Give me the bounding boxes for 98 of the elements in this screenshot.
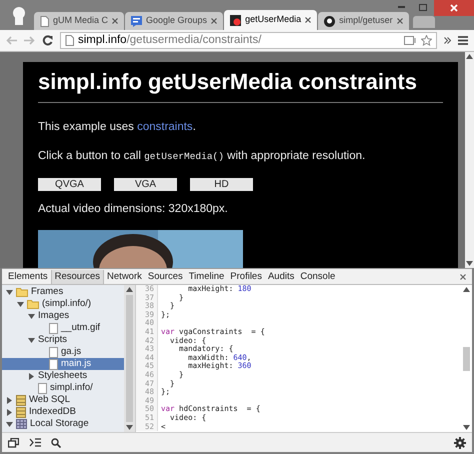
tree-item[interactable]: simpl.info/ [2,382,124,394]
tree-item[interactable]: IndexedDB [2,406,124,418]
intro-text: This example uses constraints. [38,120,197,135]
devtools-tab[interactable]: Timeline [186,270,228,284]
extensions-chevron-icon[interactable] [444,37,451,44]
resolution-button[interactable]: QVGA [38,178,101,190]
tree-label: (simpl.info/) [42,296,92,311]
devtools-tab[interactable]: Sources [144,270,186,284]
disclosure-triangle-icon[interactable] [28,314,35,318]
star-icon[interactable] [421,35,432,46]
devtools-tab[interactable]: Console [297,270,338,284]
dock-icon[interactable] [8,438,19,448]
tree-label: main.js [61,356,92,371]
record-icon [230,14,242,26]
scroll-down-icon[interactable] [126,425,133,430]
resolution-button[interactable]: VGA [114,178,177,190]
camera-icon[interactable] [404,36,417,45]
devtools-tab[interactable]: Elements [5,270,51,284]
address-bar[interactable]: simpl.info/getusermedia/constraints/ [60,32,437,49]
instruction-text: Click a button to call getUserMedia() with appropriate resolution. [38,149,366,164]
close-icon[interactable] [211,18,218,24]
tab-title: simpl/getuser [339,14,393,28]
resolution-button[interactable]: HD [190,178,253,190]
disclosure-triangle-icon[interactable] [7,408,12,416]
scroll-up-icon[interactable] [463,287,470,292]
tree-item[interactable]: Web SQL [2,394,124,406]
file-icon [49,358,58,370]
settings-icon[interactable] [454,436,466,448]
sidebar-scrollbar[interactable] [124,285,135,432]
user-avatar-icon[interactable] [12,7,26,25]
url-text: simpl.info/getusermedia/constraints/ [78,32,262,48]
folder-icon [16,288,28,296]
scroll-thumb[interactable] [126,295,133,422]
tree-item[interactable]: Scripts [2,334,124,346]
reload-icon[interactable] [42,35,53,46]
close-icon[interactable] [396,18,403,24]
scroll-up-icon[interactable] [466,54,473,59]
tree-item[interactable]: ga.js [2,346,124,358]
disclosure-triangle-icon[interactable] [28,338,35,342]
tree-item[interactable]: Stylesheets [2,370,124,382]
close-icon[interactable] [305,17,312,23]
code-scrollbar[interactable] [461,285,472,432]
page-icon [65,35,74,46]
scroll-down-icon[interactable] [466,261,473,266]
tree-label: __utm.gif [61,320,100,335]
tree-item[interactable]: main.js [2,358,124,370]
tree-label: IndexedDB [29,404,76,419]
tree-label: Images [38,308,70,323]
page-heading: simpl.info getUserMedia constraints [38,68,443,103]
devtools-tab[interactable]: Audits [264,270,298,284]
constraints-link[interactable]: constraints [137,121,193,133]
disclosure-triangle-icon[interactable] [7,396,12,404]
tree-label: Frames [31,285,64,299]
disclosure-triangle-icon[interactable] [29,372,34,380]
tree-label: simpl.info/ [50,380,93,395]
tree-item[interactable]: (simpl.info/) [2,298,124,310]
file-icon [49,346,58,358]
close-icon[interactable] [112,18,118,24]
tab-title: getUserMedia [245,13,302,26]
chat-icon [131,16,142,26]
tree-label: ga.js [61,344,82,359]
disclosure-triangle-icon[interactable] [6,290,13,294]
tree-item[interactable]: Frames [2,286,124,298]
disclosure-triangle-icon[interactable] [17,302,24,306]
scroll-up-icon[interactable] [126,287,133,292]
page-icon [40,16,49,26]
tab-title: gUM Media C [53,14,108,28]
browser-tab[interactable]: getUserMedia [224,10,318,30]
browser-tab[interactable]: simpl/getuser [318,12,409,30]
tree-item[interactable]: Images [2,310,124,322]
devtools-tab[interactable]: Profiles [227,270,265,284]
disclosure-triangle-icon[interactable] [6,422,13,426]
scroll-down-icon[interactable] [463,425,470,430]
file-icon [49,322,58,334]
file-icon [38,382,47,394]
tree-item[interactable]: Local Storage [2,418,124,430]
database-icon [16,406,26,418]
tab-title: Google Groups [146,14,208,28]
tree-label: Scripts [38,332,68,347]
tree-label: Stylesheets [38,368,88,383]
browser-tab[interactable]: Google Groups [125,12,224,30]
search-icon[interactable] [51,438,61,448]
tree-label: Local Storage [30,416,89,431]
menu-icon[interactable] [458,36,468,45]
devtools-tab[interactable]: Resources [50,270,104,284]
tree-label: Web SQL [29,392,70,407]
page-scrollbar[interactable] [465,52,474,268]
database-icon [16,394,26,406]
console-icon[interactable] [29,438,41,447]
tree-item[interactable]: __utm.gif [2,322,124,334]
scroll-thumb[interactable] [463,346,470,370]
folder-icon [27,300,39,308]
close-icon[interactable] [460,274,466,280]
close-window-icon[interactable] [434,0,474,16]
browser-tab[interactable]: gUM Media C [34,12,124,30]
devtools-tab[interactable]: Network [104,270,145,284]
grid-icon [16,419,27,429]
dimensions-text: Actual video dimensions: 320x180px. [38,202,229,216]
